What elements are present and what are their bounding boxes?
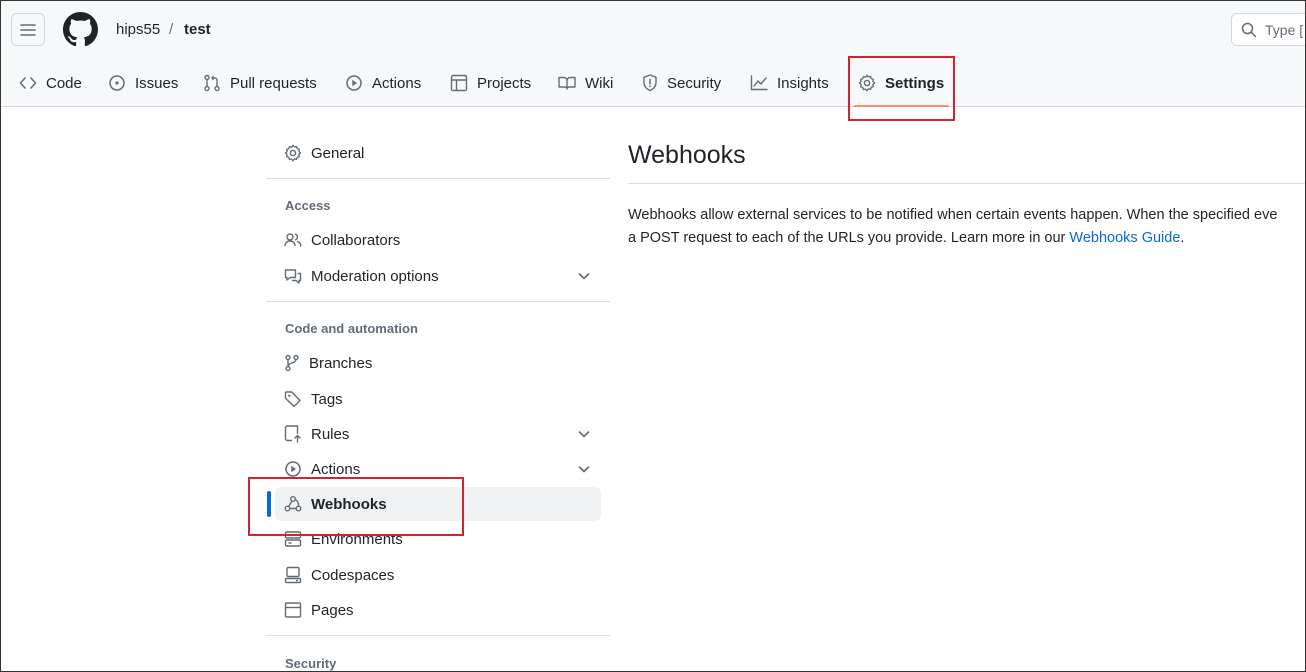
codespaces-icon xyxy=(284,566,302,584)
browser-icon xyxy=(284,602,302,618)
book-icon xyxy=(558,76,576,90)
chevron-down-icon[interactable] xyxy=(577,427,591,441)
sidebar-divider xyxy=(266,178,610,179)
breadcrumb-repo[interactable]: test xyxy=(184,21,211,38)
pull-request-icon xyxy=(204,74,220,92)
tab-wiki[interactable]: Wiki xyxy=(558,67,613,99)
search-placeholder: Type [ xyxy=(1265,21,1304,38)
sidebar-item-branches[interactable]: Branches xyxy=(275,346,601,380)
sidebar-item-rules[interactable]: Rules xyxy=(275,417,601,451)
tab-projects[interactable]: Projects xyxy=(450,67,531,99)
tab-label: Pull requests xyxy=(230,74,317,92)
shield-icon xyxy=(643,74,657,92)
repo-nav-tabs: Code Issues Pull requests Actions Projec… xyxy=(1,67,1305,107)
tab-label: Wiki xyxy=(585,74,614,92)
sidebar-item-label: Pages xyxy=(311,601,354,619)
sidebar-heading-access: Access xyxy=(285,198,331,213)
page-title: Webhooks xyxy=(628,141,746,169)
table-icon xyxy=(450,74,468,92)
sidebar-divider xyxy=(266,635,610,636)
sidebar-item-codespaces[interactable]: Codespaces xyxy=(275,558,601,592)
sidebar-item-label: Tags xyxy=(311,390,343,408)
sidebar-item-label: Moderation options xyxy=(311,267,439,285)
tab-security[interactable]: Security xyxy=(642,67,721,99)
tag-icon xyxy=(284,391,301,408)
tab-code[interactable]: Code xyxy=(19,67,82,99)
settings-highlight-box xyxy=(848,56,955,121)
sidebar-item-pages[interactable]: Pages xyxy=(275,593,601,627)
branch-icon xyxy=(285,354,299,372)
webhooks-highlight-box xyxy=(248,477,464,536)
tab-label: Actions xyxy=(372,74,422,92)
tab-actions[interactable]: Actions xyxy=(345,67,421,99)
sidebar-item-label: Actions xyxy=(311,460,361,478)
webhooks-description: Webhooks allow external services to be n… xyxy=(628,204,1305,250)
github-logo-icon[interactable] xyxy=(63,12,98,47)
play-icon xyxy=(346,75,362,91)
tab-label: Projects xyxy=(477,74,532,92)
tab-label: Issues xyxy=(135,74,179,92)
sidebar-divider xyxy=(266,301,610,302)
tab-pull-requests[interactable]: Pull requests xyxy=(203,67,317,99)
sidebar-item-collaborators[interactable]: Collaborators xyxy=(275,223,601,257)
sidebar-item-label: Codespaces xyxy=(311,566,395,584)
hamburger-icon xyxy=(20,23,36,36)
search-input[interactable]: Type [ xyxy=(1231,13,1305,46)
comment-discussion-icon xyxy=(284,269,302,284)
description-text: a POST request to each of the URLs you p… xyxy=(628,230,1070,246)
tab-insights[interactable]: Insights xyxy=(750,67,829,99)
tab-label: Security xyxy=(667,74,722,92)
graph-icon xyxy=(750,75,768,91)
tab-issues[interactable]: Issues xyxy=(108,67,178,99)
menu-button[interactable] xyxy=(11,13,45,46)
code-icon xyxy=(19,77,37,89)
sidebar-item-label: General xyxy=(311,144,365,162)
sidebar-item-label: Branches xyxy=(309,354,373,372)
tab-label: Insights xyxy=(777,74,829,92)
sidebar-heading-security: Security xyxy=(285,656,337,671)
webhooks-guide-link[interactable]: Webhooks Guide xyxy=(1069,230,1180,246)
chevron-down-icon[interactable] xyxy=(577,269,591,283)
tab-label: Code xyxy=(46,74,82,92)
search-icon xyxy=(1241,22,1257,37)
browser-frame: hips55 / test Type [ Code Issues Pull re… xyxy=(0,0,1306,672)
chevron-down-icon[interactable] xyxy=(577,462,591,476)
people-icon xyxy=(284,233,302,247)
description-line-2: a POST request to each of the URLs you p… xyxy=(628,227,1305,250)
sidebar-item-moderation[interactable]: Moderation options xyxy=(275,259,601,293)
description-line-1: Webhooks allow external services to be n… xyxy=(628,207,1278,223)
sidebar-item-general[interactable]: General xyxy=(275,136,601,170)
repo-push-icon xyxy=(284,425,301,443)
play-icon xyxy=(285,461,301,477)
breadcrumb-separator: / xyxy=(169,21,174,38)
issue-icon xyxy=(109,75,125,91)
gear-icon xyxy=(284,144,302,162)
sidebar-item-label: Collaborators xyxy=(311,231,401,249)
breadcrumb-owner[interactable]: hips55 xyxy=(116,21,160,38)
title-divider xyxy=(628,183,1305,184)
description-suffix: . xyxy=(1180,230,1185,246)
repo-header: hips55 / test Type [ Code Issues Pull re… xyxy=(1,1,1305,107)
sidebar-item-tags[interactable]: Tags xyxy=(275,382,601,416)
sidebar-heading-code-automation: Code and automation xyxy=(285,321,418,336)
sidebar-item-label: Rules xyxy=(311,425,350,443)
